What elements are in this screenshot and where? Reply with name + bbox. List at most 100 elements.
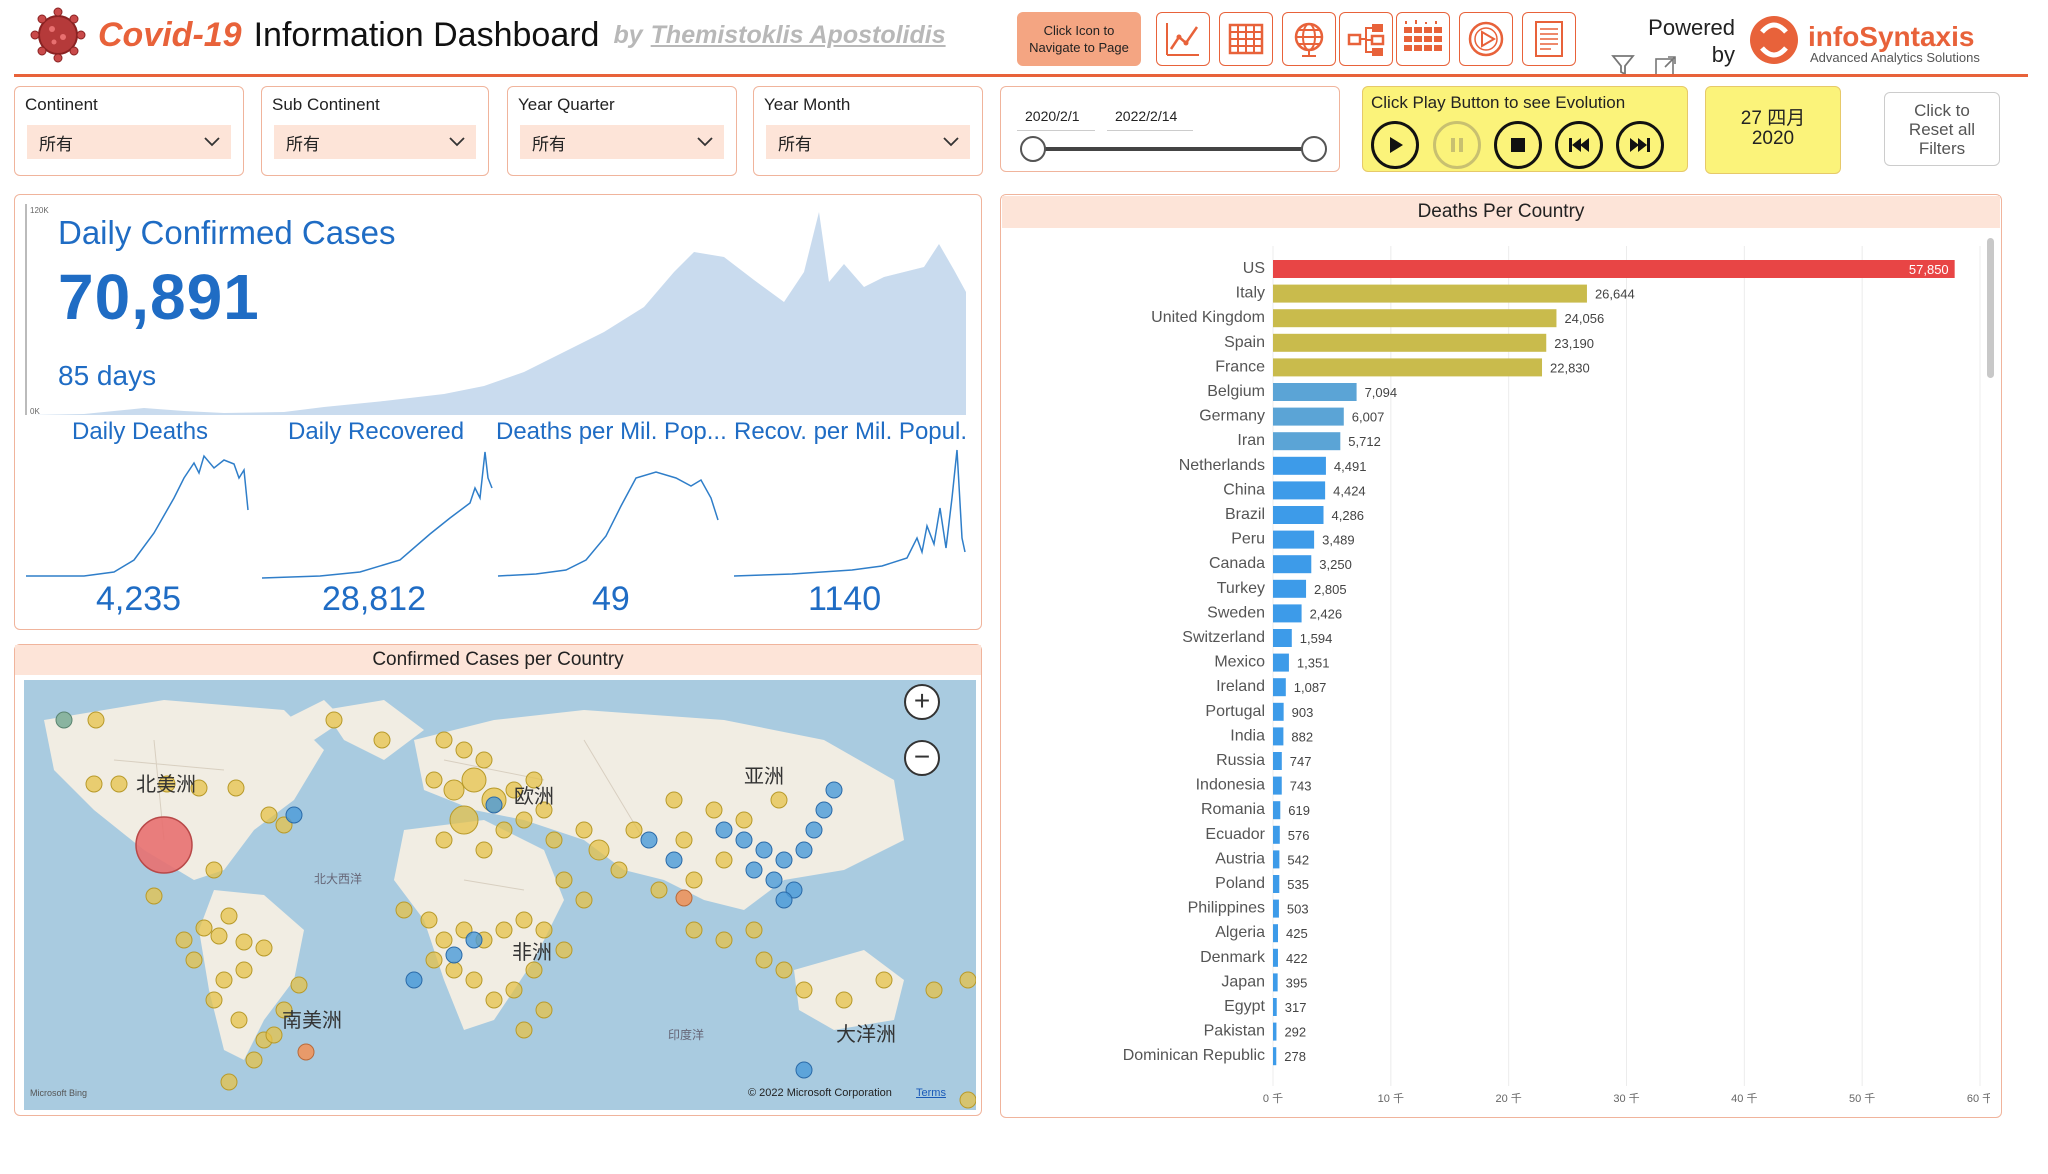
bar[interactable] bbox=[1273, 678, 1286, 697]
bar[interactable] bbox=[1273, 358, 1543, 377]
data-label: 1,087 bbox=[1294, 680, 1327, 695]
bar[interactable] bbox=[1273, 924, 1279, 943]
x-tick-label: 0 千 bbox=[1263, 1092, 1283, 1105]
bar[interactable] bbox=[1273, 309, 1557, 328]
play-icon bbox=[1390, 137, 1403, 153]
data-label: 903 bbox=[1292, 705, 1314, 720]
kpi-value: 70,891 bbox=[58, 261, 260, 333]
map-zoom-in-button[interactable]: + bbox=[904, 684, 940, 720]
nav-play-page-button[interactable] bbox=[1459, 12, 1513, 66]
author-link[interactable]: Themistoklis Apostolidis bbox=[651, 21, 946, 50]
bar[interactable] bbox=[1273, 702, 1284, 721]
play-axis: Click Play Button to see Evolution bbox=[1362, 86, 1688, 172]
category-label: Indonesia bbox=[1196, 777, 1265, 794]
bar[interactable] bbox=[1273, 456, 1326, 475]
bar[interactable] bbox=[1273, 801, 1281, 820]
category-label: Spain bbox=[1224, 334, 1265, 351]
bar[interactable] bbox=[1273, 530, 1315, 549]
map-terms-link[interactable]: Terms bbox=[916, 1087, 946, 1099]
bar[interactable] bbox=[1273, 555, 1312, 574]
world-map[interactable]: 北美洲 南美洲 欧洲 亚洲 非洲 大洋洲 北大西洋 印度洋 + − Micros… bbox=[24, 680, 976, 1110]
pause-button[interactable] bbox=[1433, 121, 1481, 169]
bar[interactable] bbox=[1273, 1047, 1277, 1066]
nav-report-button[interactable] bbox=[1522, 12, 1576, 66]
recovered-per-million-label: Recov. per Mil. Popul. bbox=[734, 418, 967, 445]
nav-bar-grid-button[interactable] bbox=[1396, 12, 1450, 66]
daily-deaths-sparkline[interactable] bbox=[24, 448, 260, 580]
bar[interactable] bbox=[1273, 850, 1280, 869]
bar[interactable] bbox=[1273, 973, 1278, 992]
bing-logo: Microsoft Bing bbox=[30, 1088, 88, 1098]
title-main: Information Dashboard bbox=[253, 15, 600, 54]
bar[interactable] bbox=[1273, 653, 1289, 672]
play-button[interactable] bbox=[1371, 121, 1419, 169]
bar[interactable] bbox=[1273, 752, 1282, 770]
year-month-dropdown[interactable]: 所有 bbox=[766, 125, 970, 159]
map-attribution: © 2022 Microsoft Corporation bbox=[748, 1087, 892, 1099]
map-zoom-out-button[interactable]: − bbox=[904, 740, 940, 776]
stop-button[interactable] bbox=[1494, 121, 1542, 169]
nav-table-button[interactable] bbox=[1219, 12, 1273, 66]
end-date-input[interactable]: 2022/2/14 bbox=[1107, 101, 1193, 131]
bar[interactable] bbox=[1273, 506, 1324, 524]
nav-line-chart-button[interactable] bbox=[1156, 12, 1210, 66]
bar[interactable] bbox=[1273, 1022, 1277, 1041]
data-label: 6,007 bbox=[1352, 410, 1385, 425]
recovered-per-million-sparkline[interactable] bbox=[732, 448, 968, 580]
bar[interactable] bbox=[1273, 899, 1279, 918]
slicer-label: Sub Continent bbox=[272, 95, 380, 114]
bar[interactable] bbox=[1273, 604, 1302, 623]
date-slider-track[interactable] bbox=[1033, 147, 1315, 151]
bar[interactable] bbox=[1273, 333, 1547, 352]
data-label: 26,644 bbox=[1595, 287, 1635, 302]
bar[interactable] bbox=[1273, 998, 1277, 1016]
play-hint: Click Play Button to see Evolution bbox=[1371, 93, 1626, 112]
data-label: 57,850 bbox=[1909, 262, 1949, 277]
bar[interactable] bbox=[1273, 260, 1955, 278]
bar[interactable] bbox=[1273, 629, 1292, 647]
bar[interactable] bbox=[1273, 579, 1307, 598]
category-label: Brazil bbox=[1225, 506, 1265, 523]
daily-recovered-sparkline[interactable] bbox=[260, 448, 496, 580]
dropdown-value: 所有 bbox=[778, 134, 812, 154]
powered-line1: Powered bbox=[1648, 15, 1735, 40]
daily-deaths-label: Daily Deaths bbox=[72, 418, 209, 445]
nav-hint-line2: Navigate to Page bbox=[1029, 40, 1129, 55]
date-slider-end-handle[interactable] bbox=[1301, 136, 1327, 162]
category-label: Germany bbox=[1199, 408, 1265, 425]
bar[interactable] bbox=[1273, 284, 1587, 303]
bar[interactable] bbox=[1273, 383, 1357, 401]
recovered-per-million-value: 1140 bbox=[808, 580, 882, 618]
category-label: Sweden bbox=[1207, 604, 1265, 621]
category-label: Philippines bbox=[1188, 900, 1265, 917]
nav-globe-button[interactable] bbox=[1282, 12, 1336, 66]
deaths-per-million-sparkline[interactable] bbox=[496, 448, 732, 580]
map-label-indian-ocean: 印度洋 bbox=[668, 1028, 705, 1042]
bar[interactable] bbox=[1273, 407, 1344, 426]
nav-tree-button[interactable] bbox=[1339, 12, 1393, 66]
category-label: Austria bbox=[1215, 850, 1265, 867]
previous-button[interactable] bbox=[1555, 121, 1603, 169]
infosyntaxis-logo[interactable]: infoSyntaxis Advanced Analytics Solution… bbox=[1748, 12, 2018, 68]
sub-continent-dropdown[interactable]: 所有 bbox=[274, 125, 476, 159]
bar-chart-scrollbar[interactable] bbox=[1987, 238, 1994, 378]
category-label: Algeria bbox=[1215, 924, 1265, 941]
bar[interactable] bbox=[1273, 825, 1280, 844]
bar[interactable] bbox=[1273, 481, 1326, 500]
deaths-bar-chart[interactable]: 0 千 10 千 20 千 30 千 40 千 50 千 60 千 US 57,850 Italy… bbox=[1010, 236, 1990, 1106]
start-date-input[interactable]: 2020/2/1 bbox=[1017, 101, 1095, 131]
reset-filters-button[interactable]: Click to Reset all Filters bbox=[1884, 92, 2000, 166]
data-label: 576 bbox=[1288, 828, 1310, 843]
category-label: Russia bbox=[1216, 752, 1265, 769]
category-label: Peru bbox=[1231, 531, 1265, 548]
continent-dropdown[interactable]: 所有 bbox=[27, 125, 231, 159]
date-slider-start-handle[interactable] bbox=[1020, 136, 1046, 162]
next-button[interactable] bbox=[1616, 121, 1664, 169]
bar[interactable] bbox=[1273, 727, 1284, 746]
bar[interactable] bbox=[1273, 776, 1282, 795]
year-quarter-dropdown[interactable]: 所有 bbox=[520, 125, 724, 159]
bar[interactable] bbox=[1273, 948, 1278, 967]
dropdown-value: 所有 bbox=[532, 134, 566, 154]
bar[interactable] bbox=[1273, 875, 1280, 893]
bar[interactable] bbox=[1273, 432, 1341, 451]
